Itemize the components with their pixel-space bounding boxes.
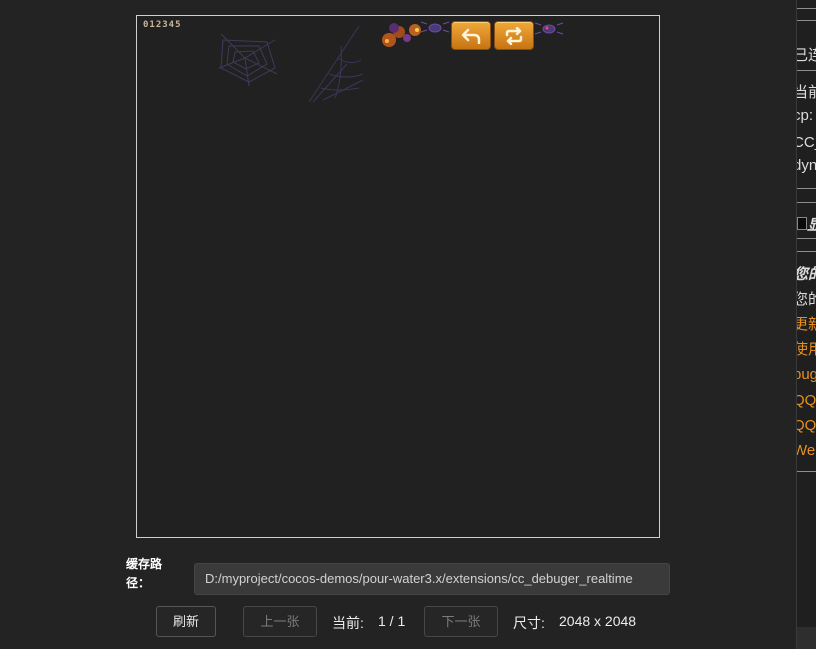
spider-sprite	[420, 21, 450, 33]
prev-image-button[interactable]: 上一张	[243, 606, 317, 637]
side-text: 显	[807, 214, 816, 235]
next-image-button[interactable]: 下一张	[424, 606, 498, 637]
divider	[797, 202, 816, 203]
divider	[797, 188, 816, 189]
refresh-button[interactable]: 刷新	[156, 606, 216, 637]
side-panel: 已连 当前 cp: CC_ dyn 显 您的 您的 更新 使用 bug QQ Q…	[796, 0, 816, 649]
atlas-preview-canvas	[218, 21, 564, 103]
side-link[interactable]: QQ	[797, 392, 816, 409]
size-value: 2048 x 2048	[559, 613, 637, 629]
side-link[interactable]: 更新	[797, 313, 816, 334]
divider	[797, 251, 816, 252]
side-link[interactable]: bug	[797, 366, 816, 383]
size-label: 尺寸:	[513, 615, 545, 631]
side-text: cp:	[797, 107, 814, 124]
texture-viewer-panel: 012345 缓存路径： D:/myproject/cocos-demos/po…	[0, 0, 796, 649]
side-link[interactable]: We	[797, 442, 815, 459]
side-text: dyn	[797, 157, 816, 174]
divider	[797, 20, 816, 21]
cache-path-label: 缓存路径：	[126, 557, 163, 590]
current-page-value: 1 / 1	[378, 613, 406, 629]
cache-path-input[interactable]: D:/myproject/cocos-demos/pour-water3.x/e…	[194, 563, 670, 595]
undo-button-sprite	[451, 21, 491, 50]
side-text: 已连	[797, 44, 816, 65]
side-bottom-bar	[797, 627, 816, 649]
score-digits-sprite: 012345	[143, 20, 182, 30]
side-text: 当前	[797, 81, 816, 102]
side-link[interactable]: 使用	[797, 338, 816, 359]
current-label: 当前:	[332, 615, 364, 631]
repeat-arrows-icon	[505, 26, 523, 45]
atlas-preview: 012345	[136, 15, 660, 538]
side-text: 您的	[797, 263, 816, 284]
divider	[797, 70, 816, 71]
spider-web-sprite	[308, 25, 364, 103]
side-link[interactable]: QQ	[797, 417, 816, 434]
spider-web-sprite	[218, 33, 278, 87]
undo-arrow-icon	[461, 28, 481, 44]
toggle-checkbox[interactable]	[797, 217, 807, 230]
divider	[797, 238, 816, 239]
pumpkin-sprites	[382, 23, 421, 47]
side-text: 您的	[797, 288, 816, 309]
side-text: CC_	[797, 134, 816, 151]
divider	[797, 8, 816, 9]
divider	[797, 471, 816, 472]
spider-sprite	[534, 22, 564, 35]
restart-button-sprite	[494, 21, 534, 50]
